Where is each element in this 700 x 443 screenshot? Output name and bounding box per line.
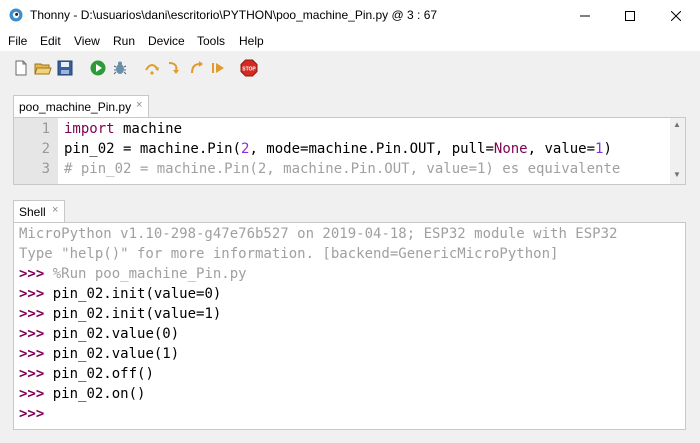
new-file-icon[interactable] [12,59,30,77]
shell-command-line: >>> pin_02.init(value=1) [19,306,222,322]
scroll-down-icon[interactable]: ▼ [673,170,681,179]
shell-command-line: >>> pin_02.value(0) [19,326,180,342]
code-editor[interactable]: 1 2 3 import machine pin_02 = machine.Pi… [13,117,686,185]
shell-command-line: >>> pin_02.on() [19,386,146,402]
shell-input-line[interactable]: >>> [19,406,44,422]
save-file-icon[interactable] [56,59,74,77]
menu-view[interactable]: View [74,34,100,48]
line-number-gutter: 1 2 3 [14,118,58,184]
thonny-window: Thonny - D:\usuarios\dani\escritorio\PYT… [0,0,700,443]
title-bar[interactable]: Thonny - D:\usuarios\dani\escritorio\PYT… [0,0,700,31]
menu-help[interactable]: Help [239,34,264,48]
shell-banner-line: MicroPython v1.10-298-g47e76b527 on 2019… [19,226,618,242]
code-line-3: # pin_02 = machine.Pin(2, machine.Pin.OU… [64,161,621,177]
menu-edit[interactable]: Edit [40,34,61,48]
shell-banner-line: Type "help()" for more information. [bac… [19,246,559,262]
shell-run-line: >>> %Run poo_machine_Pin.py [19,266,247,282]
menu-bar: File Edit View Run Device Tools Help [0,31,700,51]
menu-device[interactable]: Device [148,34,185,48]
step-out-icon[interactable] [187,59,205,77]
tab-shell[interactable]: Shell × [13,200,65,222]
line-number: 3 [41,161,50,177]
tab-editor-file[interactable]: poo_machine_Pin.py × [13,95,149,117]
scroll-up-icon[interactable]: ▲ [673,120,681,129]
minimize-button[interactable] [562,0,608,31]
tab-shell-label: Shell [19,205,46,219]
code-line-1: import machine [64,121,183,137]
step-over-icon[interactable] [143,59,161,77]
line-number: 1 [41,121,50,137]
tab-editor-label: poo_machine_Pin.py [19,100,132,114]
shell-command-line: >>> pin_02.off() [19,366,154,382]
run-icon[interactable] [89,59,107,77]
maximize-button[interactable] [607,0,653,31]
toolbar: STOP [0,51,700,87]
shell-command-line: >>> pin_02.value(1) [19,346,180,362]
step-into-icon[interactable] [165,59,183,77]
line-number: 2 [41,141,50,157]
tab-close-icon[interactable]: × [52,204,58,216]
debug-icon[interactable] [111,59,129,77]
menu-tools[interactable]: Tools [197,34,225,48]
thonny-app-icon [9,8,23,22]
shell-command-line: >>> pin_02.init(value=0) [19,286,222,302]
code-line-2: pin_02 = machine.Pin(2, mode=machine.Pin… [64,141,612,157]
window-title: Thonny - D:\usuarios\dani\escritorio\PYT… [30,8,438,22]
resume-icon[interactable] [209,59,227,77]
menu-file[interactable]: File [8,34,27,48]
open-file-icon[interactable] [34,59,52,77]
tab-close-icon[interactable]: × [136,99,142,111]
stop-icon[interactable]: STOP [240,59,258,77]
close-button[interactable] [653,0,699,31]
stop-icon-label: STOP [242,67,256,73]
shell-console[interactable]: MicroPython v1.10-298-g47e76b527 on 2019… [13,222,686,430]
menu-run[interactable]: Run [113,34,135,48]
editor-scrollbar[interactable]: ▲ ▼ [670,118,685,184]
